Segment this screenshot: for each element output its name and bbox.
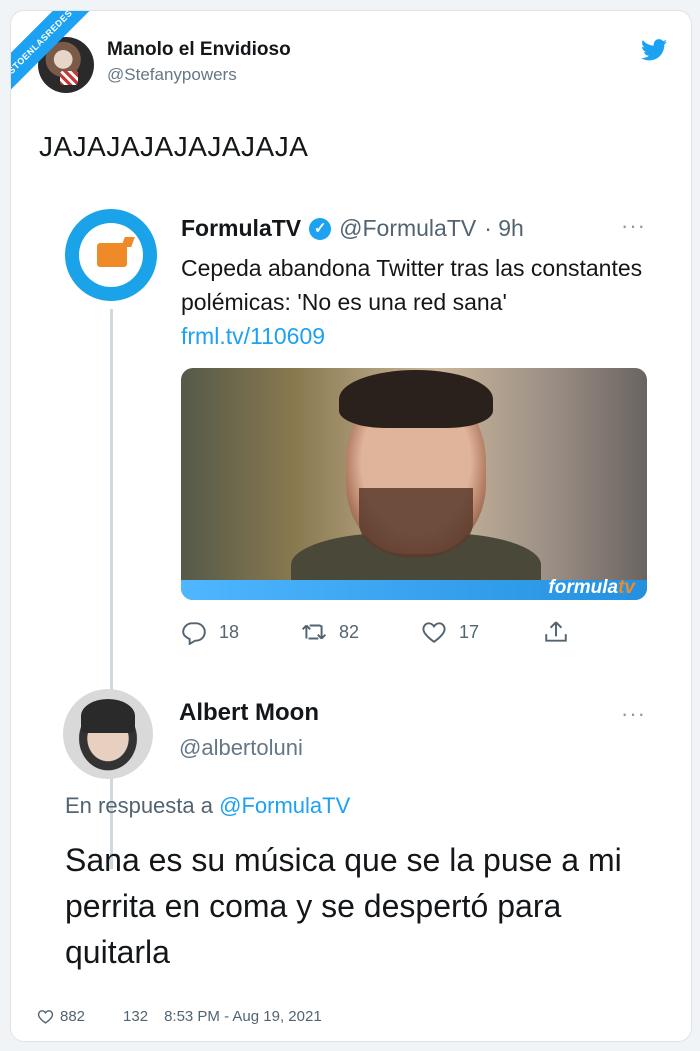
verified-badge-icon: ✓: [309, 217, 332, 240]
image-brand-logo: formulatv: [548, 577, 635, 599]
thread-line: [110, 309, 113, 869]
share-icon: [545, 621, 567, 642]
quoted-link[interactable]: frml.tv/110609: [181, 323, 325, 349]
photo-hair: [339, 370, 493, 428]
reply-count: 18: [219, 621, 240, 642]
tweet-like-count: 882: [60, 1008, 86, 1025]
author-name[interactable]: Manolo el Envidioso: [107, 39, 291, 61]
in-reply-prefix: En respuesta a: [65, 793, 213, 818]
tweet-footer: 882 132 8:53 PM - Aug 19, 2021: [37, 1008, 322, 1025]
quoted-text: Cepeda abandona Twitter tras las constan…: [181, 251, 651, 353]
reply-author-avatar[interactable]: [63, 689, 153, 779]
tweet-card: VISTOENLASREDES .com Manolo el Envidioso…: [10, 10, 692, 1042]
formulatv-avatar[interactable]: [65, 209, 157, 301]
reply-action[interactable]: 18: [181, 619, 239, 645]
quoted-header: FormulaTV ✓ @FormulaTV · 9h: [181, 215, 524, 242]
quoted-body: Cepeda abandona Twitter tras las constan…: [181, 255, 643, 315]
quoted-image[interactable]: formulatv: [181, 368, 647, 600]
heart-icon: [422, 622, 446, 643]
in-reply-to: En respuesta a @FormulaTV: [65, 793, 350, 819]
tweet-retweet-count: 132: [123, 1008, 149, 1025]
quoted-actions: 18 82 17: [181, 619, 651, 649]
quoted-thread: FormulaTV ✓ @FormulaTV · 9h ··· Cepeda a…: [61, 201, 661, 1001]
in-reply-handle[interactable]: @FormulaTV: [219, 793, 350, 818]
tweet-text: JAJAJAJAJAJAJAJA: [39, 131, 309, 162]
photo-beard: [359, 488, 473, 558]
retweet-count: 82: [339, 621, 360, 642]
quoted-time[interactable]: · 9h: [484, 215, 524, 242]
reply-icon: [182, 622, 206, 645]
reply-more-icon[interactable]: ···: [621, 701, 646, 727]
author-handle[interactable]: @Stefanypowers: [107, 65, 237, 85]
reply-author-name[interactable]: Albert Moon: [179, 699, 319, 727]
quoted-author-handle[interactable]: @FormulaTV: [339, 215, 476, 242]
image-brand-b: tv: [618, 577, 635, 598]
formulatv-logo-icon: [79, 223, 143, 287]
tweet-timestamp[interactable]: 8:53 PM - Aug 19, 2021: [164, 1008, 322, 1025]
reply-author-handle[interactable]: @albertoluni: [179, 735, 303, 761]
like-count: 17: [459, 621, 480, 642]
retweet-icon: [301, 624, 327, 640]
quoted-more-icon[interactable]: ···: [621, 213, 646, 239]
retweet-action[interactable]: 82: [301, 619, 359, 645]
like-action[interactable]: 17: [421, 619, 479, 645]
image-brand-a: formula: [548, 577, 619, 598]
share-action[interactable]: [543, 619, 569, 645]
twitter-bird-icon[interactable]: [641, 39, 667, 61]
reply-text: Sana es su música que se la puse a mi pe…: [65, 842, 622, 970]
quoted-author-name[interactable]: FormulaTV: [181, 215, 301, 242]
like-heart-icon[interactable]: [37, 1008, 54, 1025]
